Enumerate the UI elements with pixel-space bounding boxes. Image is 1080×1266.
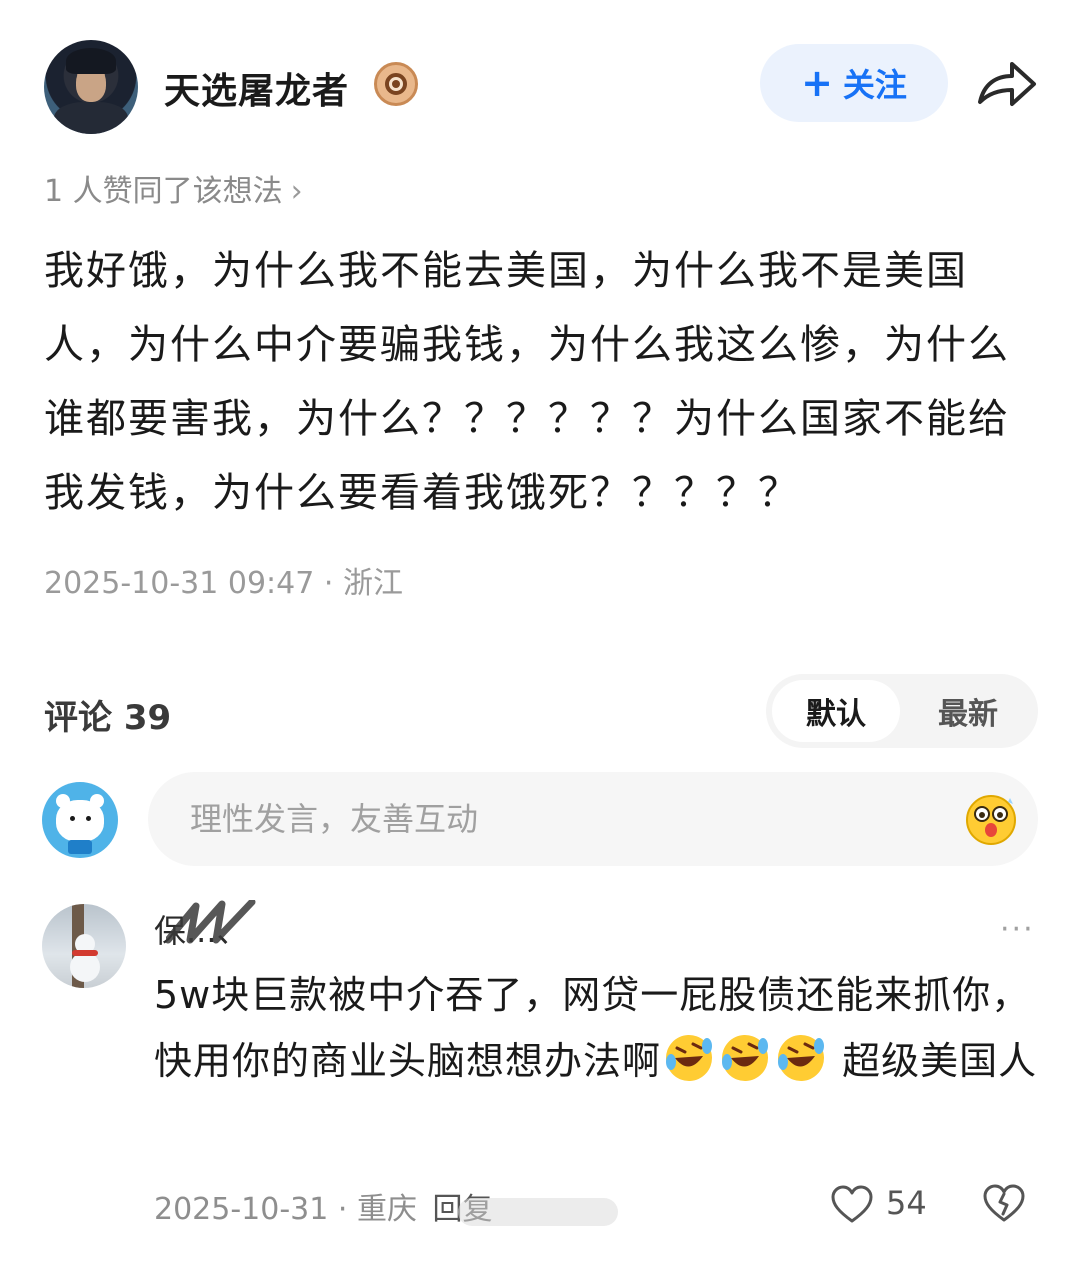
comment-meta-separator: · [337, 1192, 348, 1227]
comment-location: 重庆 [357, 1192, 417, 1227]
rolling-laugh-emoji [722, 1035, 769, 1081]
post-meta: 2025-10-31 09:47 · 浙江 [44, 558, 403, 602]
comment-sort-toggle: 默认 最新 [766, 674, 1038, 748]
comment-date: 2025-10-31 [154, 1192, 329, 1227]
bear-head [56, 800, 104, 842]
name-redaction-scribble [166, 900, 256, 944]
snowman-scarf [72, 950, 98, 956]
bear-eye-right [86, 816, 91, 821]
broken-heart-icon[interactable] [982, 1182, 1026, 1224]
sort-default-tab[interactable]: 默认 [772, 680, 900, 742]
likes-text: 1 人赞同了该想法 [44, 174, 283, 209]
avatar-hair [66, 48, 116, 74]
post-location: 浙江 [342, 566, 403, 601]
comment-input-box[interactable] [148, 772, 1038, 866]
follow-button[interactable]: + 关注 [760, 44, 948, 122]
plus-icon: + [801, 61, 833, 105]
rolling-laugh-emoji [778, 1035, 825, 1081]
watermark-blur [458, 1198, 618, 1226]
snowman-body [70, 952, 100, 982]
comment-meta: 2025-10-31 · 重庆 回复 [154, 1184, 493, 1228]
post-date: 2025-10-31 09:47 [44, 566, 315, 601]
likes-summary[interactable]: 1 人赞同了该想法 › [44, 166, 303, 210]
sort-latest-tab[interactable]: 最新 [904, 680, 1032, 742]
avatar-coat [54, 102, 128, 134]
comment-text: 5w块巨款被中介吞了，网贷一屁股债还能来抓你，快用你的商业头脑想想办法啊 超级美… [154, 962, 1044, 1094]
commenter-avatar[interactable] [42, 904, 126, 988]
post-header: 天选屠龙者 + 关注 [0, 0, 1080, 170]
meta-separator: · [323, 566, 334, 601]
rolling-laugh-emoji [666, 1035, 713, 1081]
comment-input[interactable] [190, 790, 950, 848]
comments-count-title: 评论 39 [44, 698, 172, 738]
current-user-avatar[interactable] [42, 782, 118, 858]
creator-badge-icon[interactable] [374, 62, 418, 106]
comment-text-part2: 超级美国人 [829, 1039, 1038, 1083]
emoji-face-icon[interactable] [964, 792, 1018, 846]
badge-dot [392, 80, 400, 88]
heart-outline-icon[interactable] [830, 1184, 874, 1224]
like-count: 54 [886, 1184, 927, 1222]
share-arrow-icon[interactable] [974, 56, 1038, 112]
bear-eye-left [70, 816, 75, 821]
follow-label: 关注 [842, 66, 907, 104]
chevron-right-icon: › [290, 174, 303, 209]
post-content: 我好饿，为什么我不能去美国，为什么我不是美国人，为什么中介要骗我钱，为什么我这么… [44, 248, 1010, 516]
author-avatar[interactable] [44, 40, 138, 134]
comment-more-button[interactable]: ··· [1000, 912, 1035, 947]
author-name[interactable]: 天选屠龙者 [164, 62, 349, 114]
bear-tag [68, 840, 92, 854]
